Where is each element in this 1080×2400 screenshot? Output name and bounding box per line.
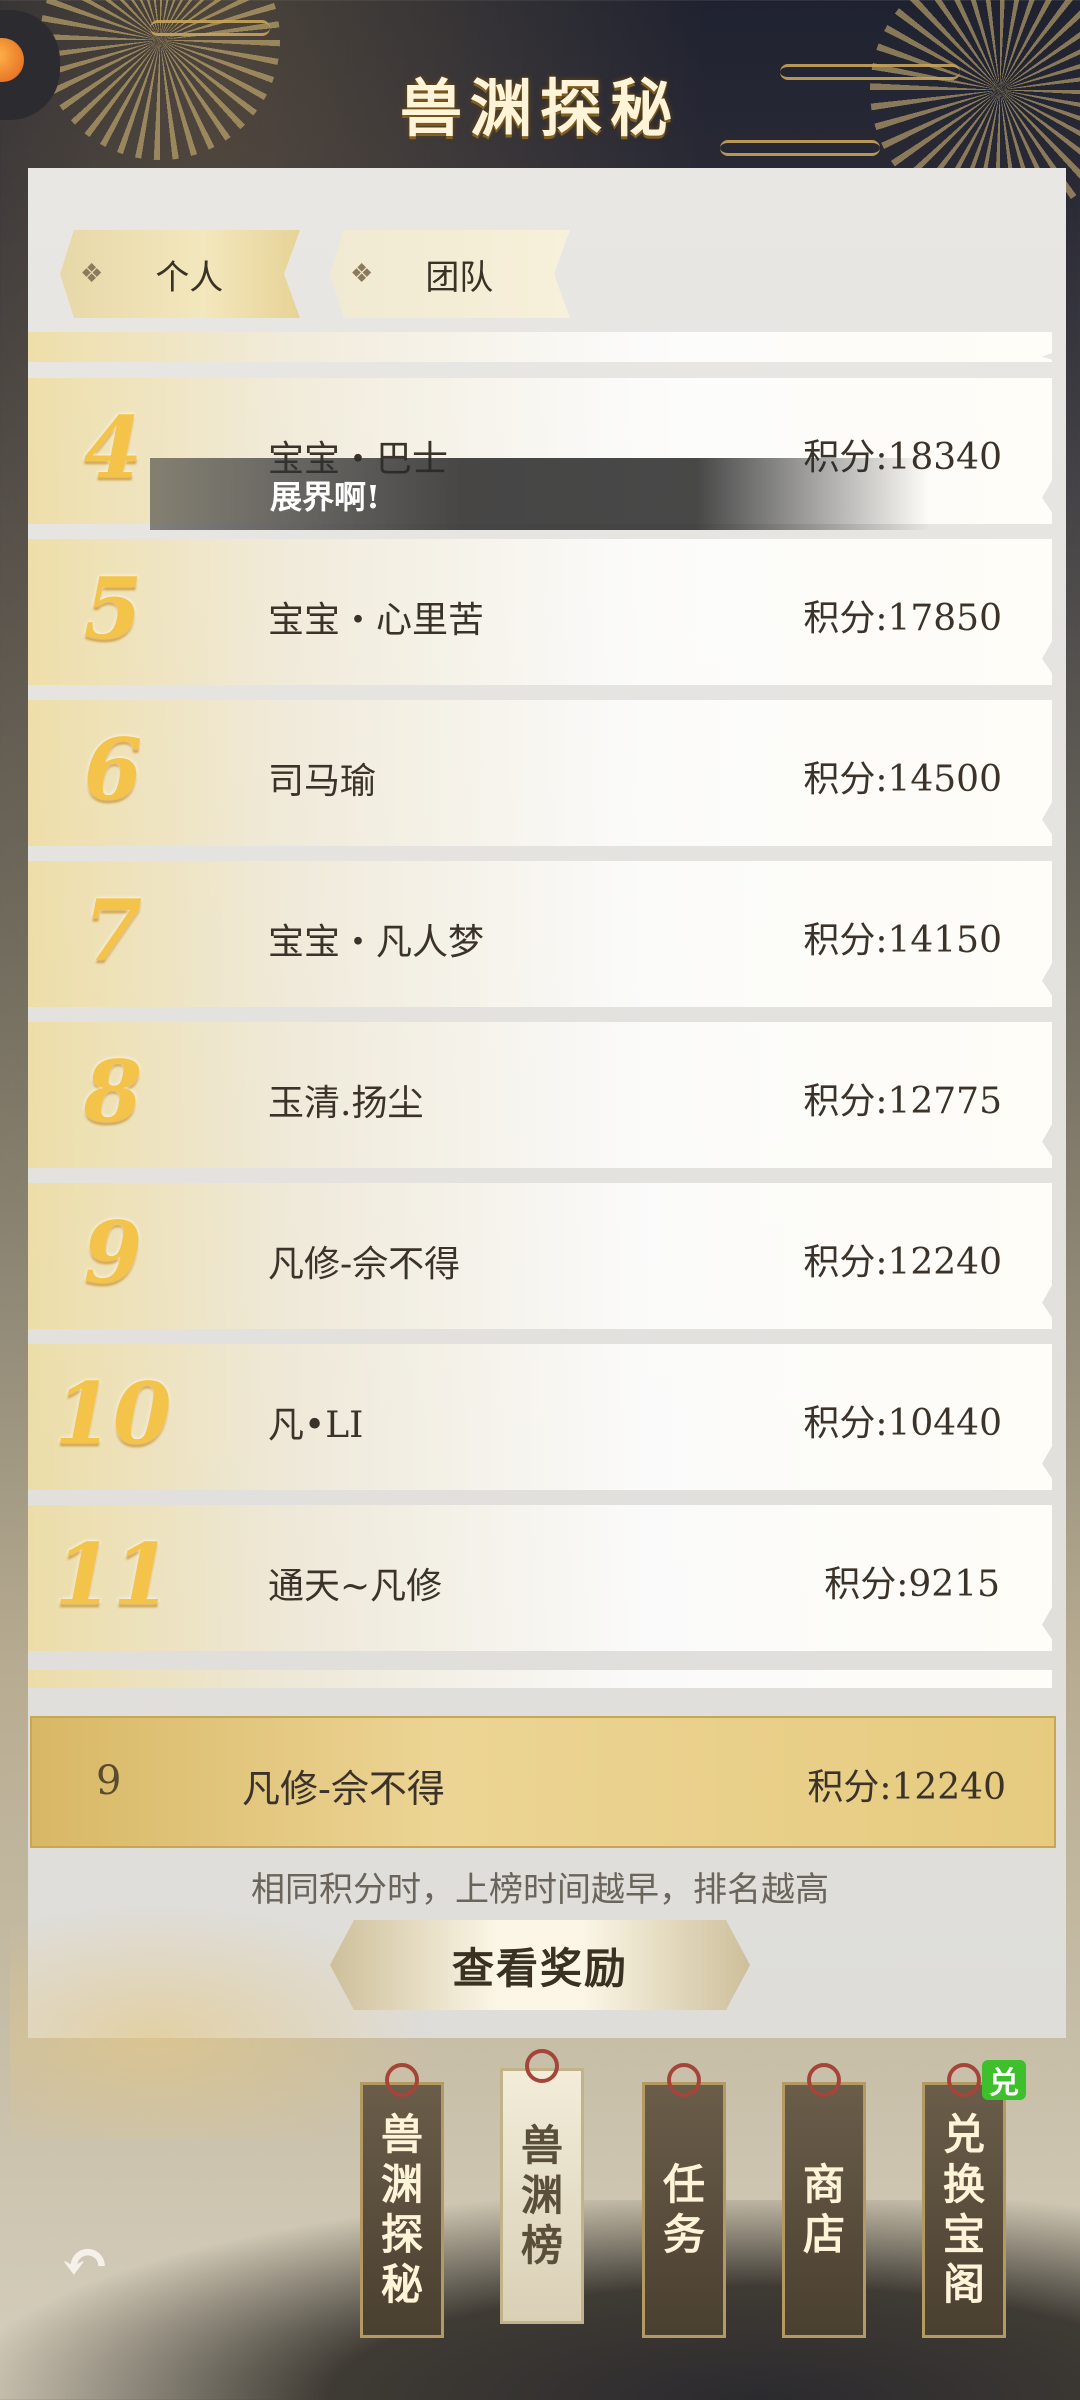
toast-message: 展界啊! [150, 458, 930, 530]
my-player-score: 积分:12240 [807, 1767, 1006, 1808]
rank-number: 9 [83, 1203, 143, 1302]
player-name: 玉清.扬尘 [268, 1083, 424, 1124]
nav-tag-shop[interactable]: 商店 [782, 2063, 866, 2338]
player-name: 凡修-佘不得 [268, 1244, 461, 1285]
ranking-row[interactable]: 9 凡修-佘不得 积分:12240 [28, 1183, 1052, 1329]
tab-label: 个人 [155, 257, 224, 298]
tag-hole-icon [525, 2049, 559, 2083]
tab-team[interactable]: ❖ 团队 [330, 230, 570, 318]
ranking-row[interactable]: 10 凡•LI 积分:10440 [28, 1344, 1052, 1490]
nav-tag-label: 商店 [802, 2160, 845, 2259]
diamond-icon: ❖ [350, 259, 374, 289]
nav-tag-label: 兽渊探秘 [380, 2110, 423, 2309]
player-score: 积分:14150 [803, 920, 1002, 961]
nav-tag-label: 兽渊榜 [520, 2121, 563, 2270]
tag-hole-icon [667, 2063, 701, 2097]
player-score: 积分:12775 [803, 1081, 1002, 1122]
nav-tag-tasks[interactable]: 任务 [642, 2063, 726, 2338]
ranking-row[interactable]: 7 宝宝・凡人梦 积分:14150 [28, 861, 1052, 1007]
my-ranking-row: 9 凡修-佘不得 积分:12240 [30, 1716, 1056, 1848]
rank-number: 7 [83, 881, 143, 980]
nav-tag-label: 兑换宝阁 [942, 2110, 985, 2309]
nav-tag-exchange[interactable]: 兑换宝阁 [922, 2063, 1006, 2338]
view-rewards-button[interactable]: 查看奖励 [330, 1920, 750, 2010]
player-score: 积分:14500 [803, 759, 1002, 800]
tab-label: 团队 [425, 257, 494, 298]
tag-hole-icon [947, 2063, 981, 2097]
tag-hole-icon [807, 2063, 841, 2097]
list-item [28, 332, 1052, 362]
page-title: 兽渊探秘 [399, 72, 680, 145]
player-name: 宝宝・心里苦 [268, 600, 485, 641]
rank-number: 6 [83, 720, 143, 819]
my-rank-number: 9 [96, 1758, 122, 1804]
tag-hole-icon [385, 2063, 419, 2097]
rank-number: 5 [83, 559, 143, 658]
player-name: 通天~凡修 [268, 1566, 443, 1607]
player-name: 司马瑜 [268, 761, 377, 802]
exchange-badge: 兑 [982, 2060, 1026, 2101]
toast-text: 展界啊! [270, 478, 381, 516]
nav-tag-beast-abyss-ranking[interactable]: 兽渊榜 [500, 2049, 584, 2324]
cloud-decoration [150, 20, 270, 36]
list-item [28, 1670, 1052, 1688]
player-score: 积分:10440 [803, 1403, 1002, 1444]
ranking-row[interactable]: 6 司马瑜 积分:14500 [28, 700, 1052, 846]
player-score: 积分:9215 [824, 1564, 1000, 1605]
tab-personal[interactable]: ❖ 个人 [60, 230, 300, 318]
back-arrow-icon[interactable]: ↶ [60, 2228, 110, 2298]
rank-number: 8 [83, 1042, 143, 1141]
view-rewards-label: 查看奖励 [451, 1943, 628, 1993]
ranking-row[interactable]: 8 玉清.扬尘 积分:12775 [28, 1022, 1052, 1168]
ranking-row[interactable]: 5 宝宝・心里苦 积分:17850 [28, 539, 1052, 685]
ranking-row[interactable]: 11 通天~凡修 积分:9215 [28, 1505, 1052, 1651]
player-name: 凡•LI [268, 1405, 364, 1446]
my-player-name: 凡修-佘不得 [242, 1767, 445, 1811]
ranking-list[interactable]: 4 宝宝・巴士 积分:18340 5 宝宝・心里苦 积分:17850 6 司马瑜… [28, 332, 1052, 1688]
rank-number: 11 [54, 1525, 172, 1624]
header: 兽渊探秘 [0, 0, 1080, 220]
player-score: 积分:12240 [803, 1242, 1002, 1283]
player-score: 积分:17850 [803, 598, 1002, 639]
nav-tag-beast-abyss-explore[interactable]: 兽渊探秘 [360, 2063, 444, 2338]
rank-number: 10 [54, 1364, 172, 1463]
player-name: 宝宝・凡人梦 [268, 922, 485, 963]
nav-tag-label: 任务 [662, 2160, 705, 2259]
diamond-icon: ❖ [80, 259, 104, 289]
